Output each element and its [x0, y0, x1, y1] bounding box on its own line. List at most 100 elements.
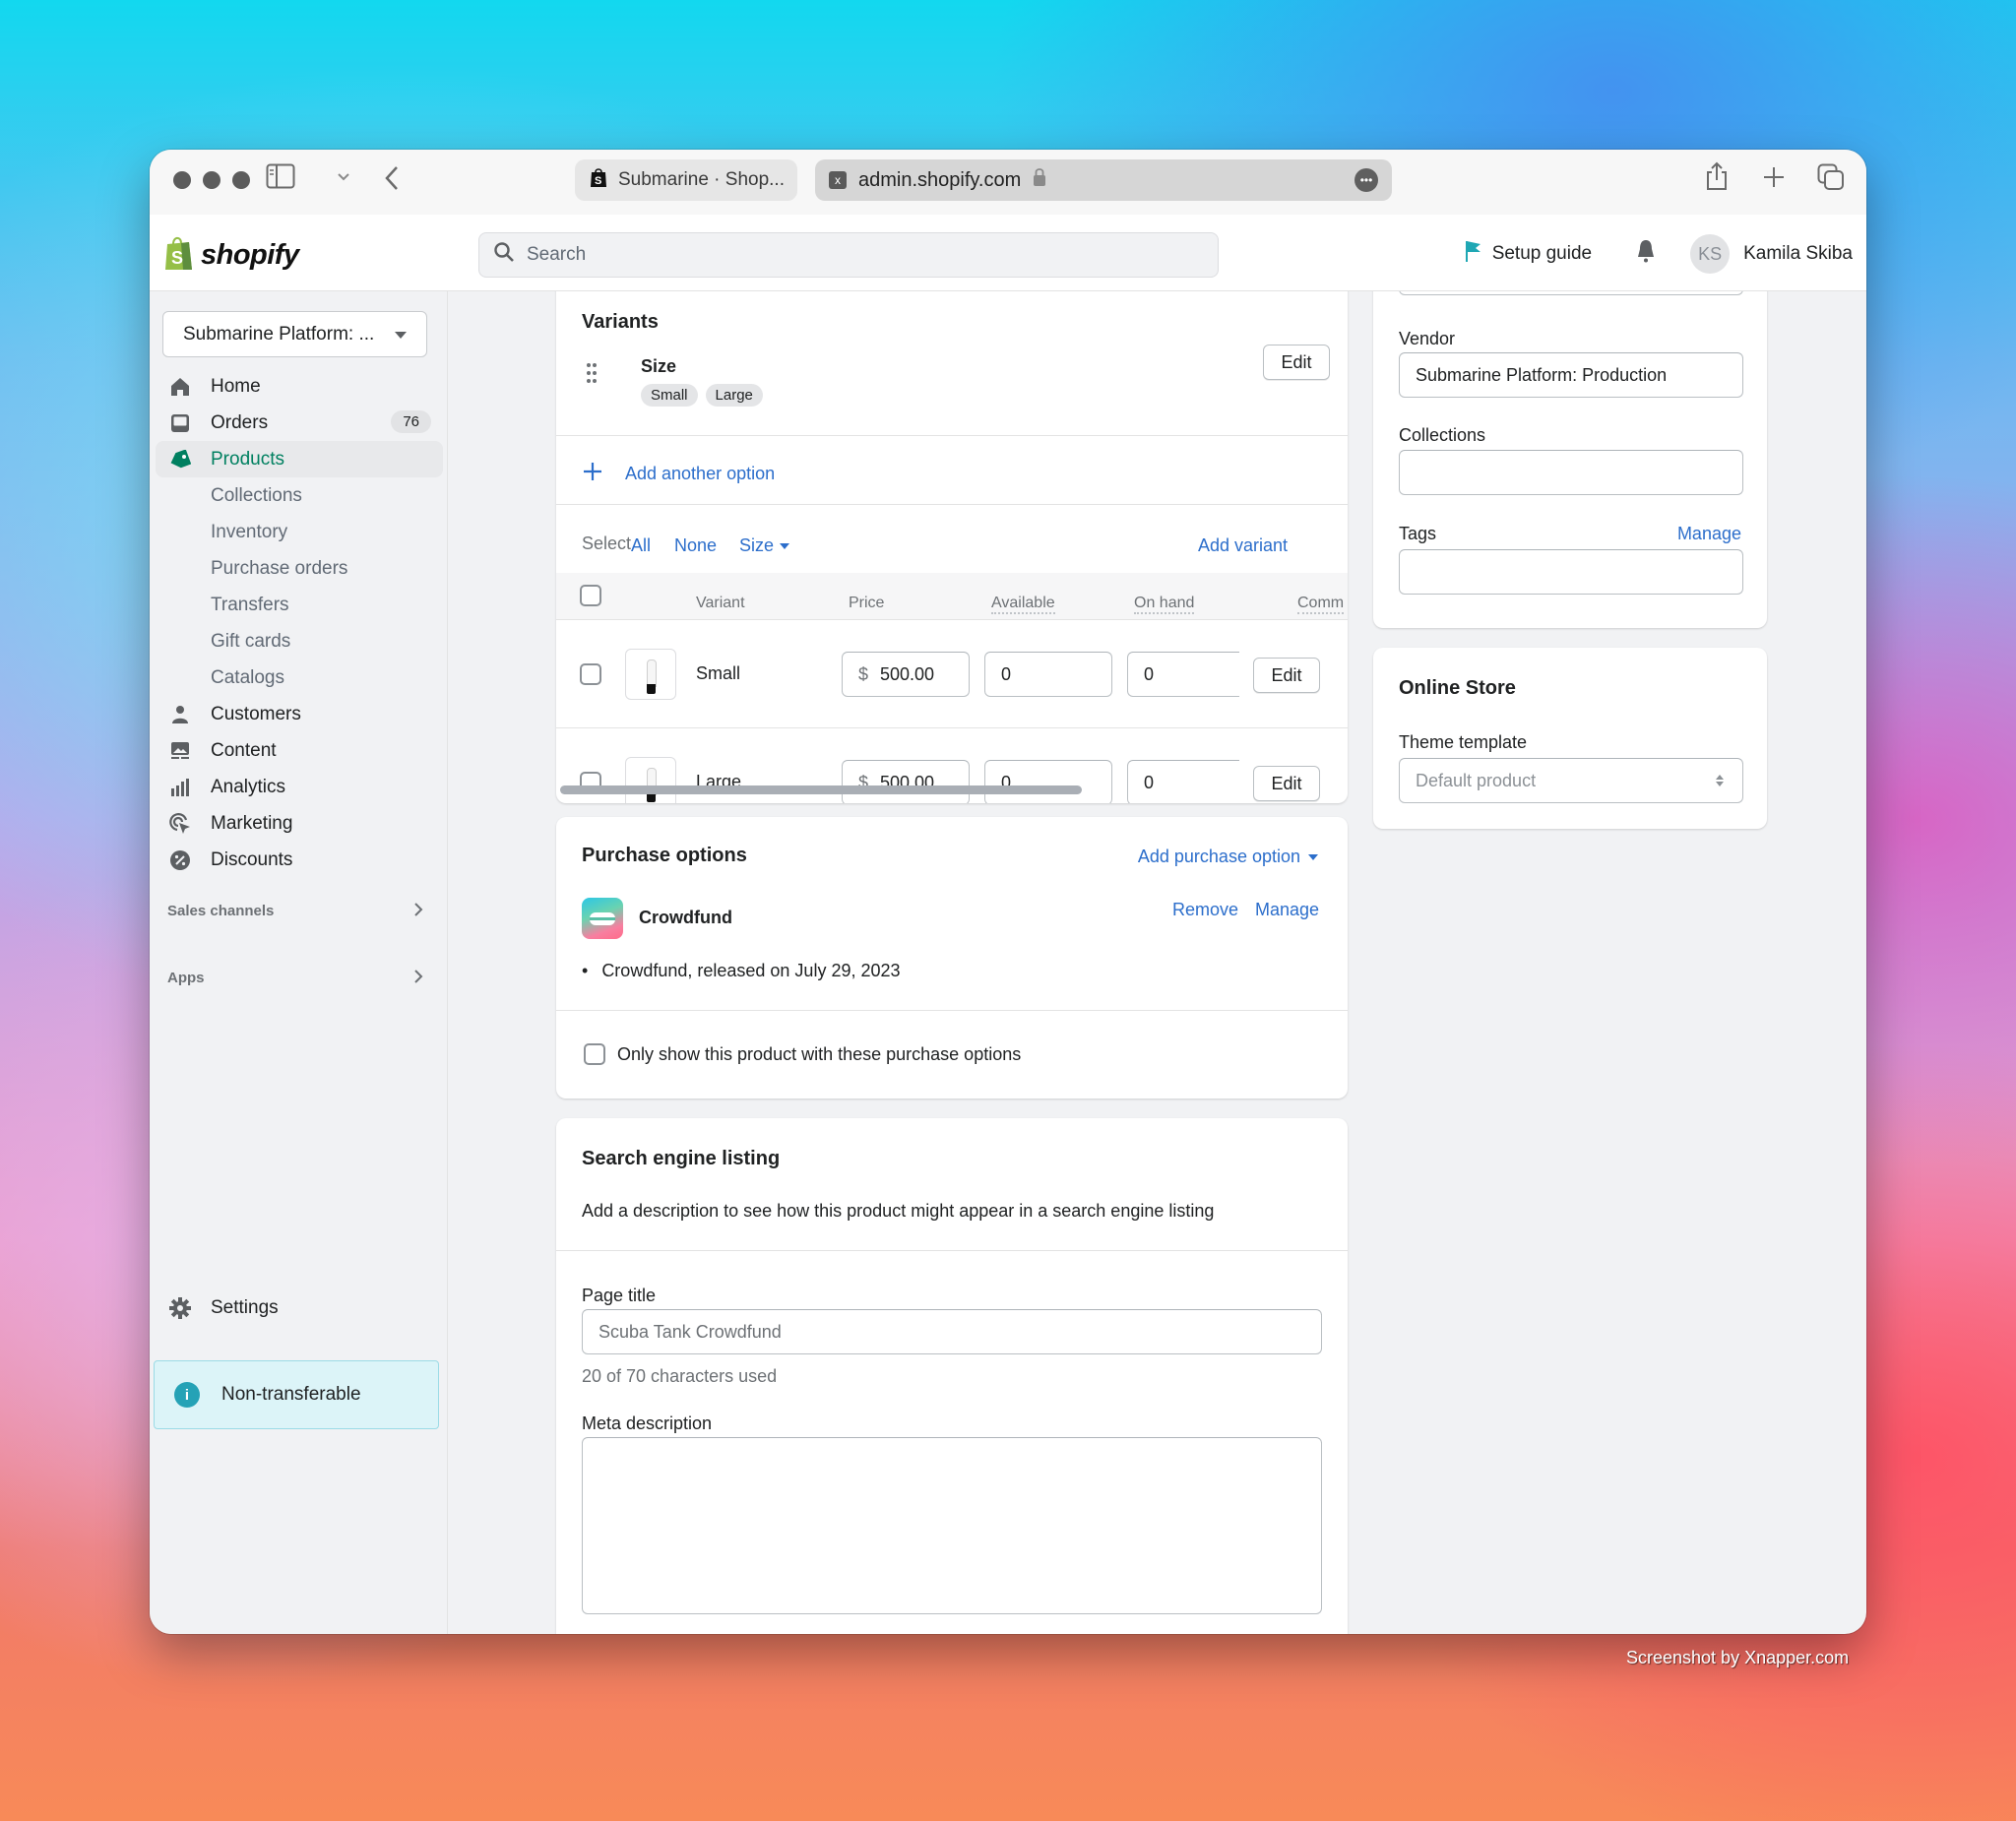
share-icon[interactable] [1705, 161, 1729, 196]
sidebar-subitem-inventory[interactable]: Inventory [156, 514, 443, 550]
tab-title: Submarine · Shop... [618, 169, 785, 190]
select-label: Select [582, 534, 632, 553]
divider [556, 504, 1348, 505]
sidebar-subitem-gift-cards[interactable]: Gift cards [156, 623, 443, 659]
bell-icon[interactable] [1635, 238, 1657, 270]
avatar[interactable]: KS [1690, 234, 1731, 274]
variant-thumbnail[interactable] [625, 649, 676, 700]
non-transferable-notice[interactable]: i Non-transferable [154, 1360, 439, 1429]
select-none-link[interactable]: None [674, 535, 717, 556]
sidebar-item-label: Orders [211, 411, 269, 433]
sidebar-item-label: Customers [211, 703, 301, 724]
product-type-input[interactable] [1399, 291, 1743, 295]
tags-input[interactable] [1399, 549, 1743, 595]
edit-option-button[interactable]: Edit [1263, 345, 1330, 380]
remove-purchase-option-link[interactable]: Remove [1172, 900, 1238, 920]
price-input[interactable]: $ 500.00 [842, 760, 970, 803]
search-input[interactable]: Search [478, 232, 1219, 278]
sidebar-item-orders[interactable]: Orders 76 [156, 405, 443, 441]
divider [556, 1010, 1348, 1011]
sidebar-subitem-transfers[interactable]: Transfers [156, 587, 443, 623]
price-input[interactable]: $ 500.00 [842, 652, 970, 697]
setup-guide-button[interactable]: Setup guide [1465, 239, 1592, 269]
vendor-input[interactable]: Submarine Platform: Production [1399, 352, 1743, 398]
sidebar-item-customers[interactable]: Customers [156, 696, 443, 732]
store-selector[interactable]: Submarine Platform: ... [162, 311, 427, 357]
address-bar[interactable]: x admin.shopify.com ••• [815, 159, 1392, 201]
drag-handle-icon[interactable] [586, 362, 598, 389]
online-store-card: Online Store Theme template Default prod… [1373, 648, 1767, 829]
sidebar-item-products[interactable]: Products [156, 441, 443, 477]
add-variant-link[interactable]: Add variant [1198, 535, 1288, 556]
page-title-input[interactable]: Scuba Tank Crowdfund [582, 1309, 1322, 1354]
column-header-available[interactable]: Available [991, 595, 1055, 614]
sidebar-item-analytics[interactable]: Analytics [156, 769, 443, 805]
edit-variant-button[interactable]: Edit [1253, 766, 1320, 801]
minimize-window-button[interactable] [203, 171, 220, 189]
variant-thumbnail[interactable] [625, 757, 676, 803]
available-input[interactable]: 0 [984, 652, 1112, 697]
sidebar-section-sales-channels[interactable]: Sales channels [156, 896, 443, 925]
watermark: Screenshot by Xnapper.com [1626, 1648, 1850, 1667]
collections-input[interactable] [1399, 450, 1743, 495]
sidebar-item-settings[interactable]: Settings [156, 1289, 443, 1326]
sidebar-item-discounts[interactable]: Discounts [156, 842, 443, 878]
only-show-checkbox[interactable] [584, 1043, 605, 1065]
search-placeholder: Search [527, 244, 587, 265]
close-tab-icon[interactable]: x [829, 171, 847, 189]
sidebar-item-marketing[interactable]: Marketing [156, 805, 443, 842]
row-checkbox[interactable] [580, 663, 601, 685]
only-show-label[interactable]: Only show this product with these purcha… [617, 1044, 1021, 1065]
shopify-logo[interactable]: S shopify [163, 234, 299, 277]
shopify-wordmark: shopify [201, 239, 299, 271]
sidebar-item-home[interactable]: Home [156, 368, 443, 405]
sidebar-subitem-catalogs[interactable]: Catalogs [156, 659, 443, 696]
select-all-checkbox[interactable] [580, 585, 601, 606]
svg-text:S: S [595, 175, 601, 187]
add-another-option-label: Add another option [625, 464, 776, 483]
caret-down-icon [395, 332, 407, 339]
currency-symbol: $ [858, 663, 869, 684]
seo-title: Search engine listing [582, 1148, 781, 1169]
orders-count-badge: 76 [391, 410, 431, 433]
sidebar-item-label: Settings [211, 1296, 279, 1318]
available-input[interactable]: 0 [984, 760, 1112, 803]
on-hand-input[interactable]: 0 [1127, 652, 1239, 697]
close-window-button[interactable] [173, 171, 191, 189]
manage-purchase-option-link[interactable]: Manage [1255, 900, 1319, 920]
theme-template-select[interactable]: Default product [1399, 758, 1743, 803]
chevron-right-icon [413, 969, 423, 989]
sidebar-subitem-collections[interactable]: Collections [156, 477, 443, 514]
browser-tab[interactable]: S Submarine · Shop... [575, 159, 797, 201]
new-tab-icon[interactable] [1762, 165, 1786, 194]
sidebar-subitem-purchase-orders[interactable]: Purchase orders [156, 550, 443, 587]
column-header-on-hand[interactable]: On hand [1134, 595, 1195, 614]
meta-description-textarea[interactable] [582, 1437, 1322, 1614]
more-options-icon[interactable]: ••• [1354, 168, 1378, 192]
select-size-label: Size [739, 535, 775, 555]
back-icon[interactable] [384, 165, 400, 196]
chevron-right-icon [413, 902, 423, 922]
variant-name[interactable]: Small [696, 663, 740, 684]
on-hand-input[interactable]: 0 [1127, 760, 1239, 803]
horizontal-scrollbar[interactable] [560, 785, 1082, 794]
sidebar-toggle-icon[interactable] [266, 163, 295, 194]
chevron-down-icon[interactable] [337, 169, 350, 187]
person-icon [167, 705, 193, 724]
sidebar-section-apps[interactable]: Apps [156, 963, 443, 992]
sidebar-item-label: Marketing [211, 812, 293, 834]
add-purchase-option-button[interactable]: Add purchase option [1138, 847, 1318, 867]
select-all-link[interactable]: All [631, 535, 651, 556]
sidebar-item-content[interactable]: Content [156, 732, 443, 769]
zoom-window-button[interactable] [232, 171, 250, 189]
home-icon [167, 377, 193, 397]
edit-variant-button[interactable]: Edit [1253, 658, 1320, 693]
tab-overview-icon[interactable] [1817, 163, 1845, 196]
column-header-committed[interactable]: Comm [1297, 595, 1345, 614]
store-name: Submarine Platform: ... [183, 323, 375, 345]
add-another-option-button[interactable]: Add another option [582, 461, 775, 487]
user-name[interactable]: Kamila Skiba [1743, 243, 1853, 265]
lock-icon [1033, 167, 1046, 193]
manage-tags-link[interactable]: Manage [1677, 524, 1741, 544]
select-size-dropdown[interactable]: Size [739, 535, 790, 556]
